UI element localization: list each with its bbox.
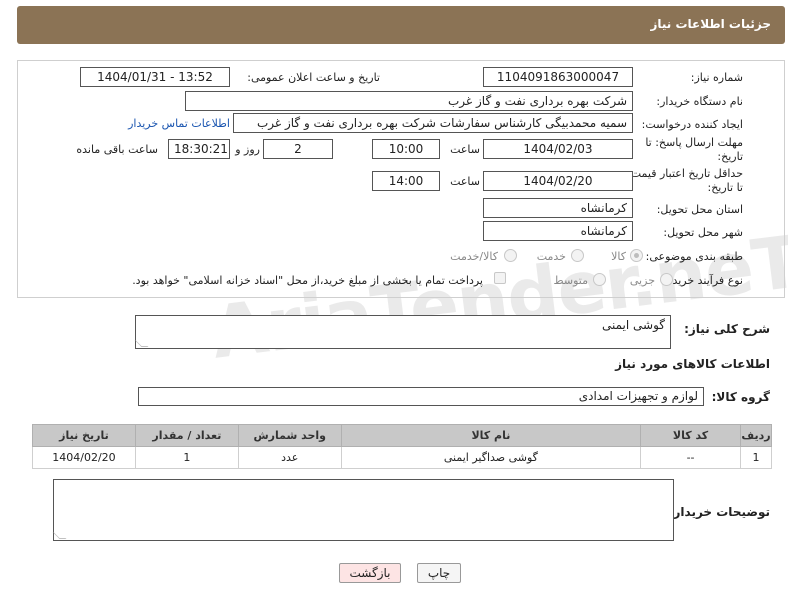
category-radio-goods[interactable] (630, 249, 643, 262)
purchase-option-medium: متوسط (553, 274, 588, 287)
print-button[interactable]: چاپ (417, 563, 461, 583)
buyer-notes-textarea[interactable] (52, 479, 674, 541)
cell-need-date: 1404/02/20 (32, 446, 136, 469)
requester-field[interactable]: سمیه محمدبیگی کارشناس سفارشات شرکت بهره … (233, 113, 633, 133)
description-label: شرح کلی نیاز: (684, 322, 770, 336)
cell-quantity: 1 (134, 446, 239, 469)
category-option-goods-service: کالا/خدمت (450, 250, 498, 263)
goods-group-field[interactable]: لوازم و تجهیزات امدادی (138, 387, 704, 406)
delivery-city-label: شهر محل تحویل: (663, 226, 743, 239)
price-validity-time-label: ساعت (450, 175, 480, 188)
table-header-row: تاریخ نیاز تعداد / مقدار واحد شمارش نام … (32, 424, 773, 447)
reply-days-field[interactable]: 2 (263, 139, 333, 159)
description-text: گوشی ایمنی (601, 318, 665, 332)
delivery-province-label: استان محل تحویل: (656, 203, 743, 216)
reply-deadline-time-field[interactable]: 10:00 (372, 139, 440, 159)
goods-table: تاریخ نیاز تعداد / مقدار واحد شمارش نام … (32, 424, 773, 469)
resize-handle-icon[interactable] (134, 340, 149, 347)
announce-datetime-label: تاریخ و ساعت اعلان عمومی: (247, 71, 380, 84)
resize-handle-icon[interactable] (52, 532, 67, 539)
price-validity-time-field[interactable]: 14:00 (372, 171, 440, 191)
price-validity-date-field[interactable]: 1404/02/20 (483, 171, 633, 191)
category-option-goods: کالا (611, 250, 626, 263)
treasury-note: پرداخت تمام یا بخشی از مبلغ خرید،از محل … (132, 274, 483, 287)
days-label: روز و (235, 143, 260, 156)
table-row[interactable]: 1404/02/20 1 عدد گوشی صداگیر ایمنی -- 1 (32, 446, 773, 469)
goods-group-label: گروه کالا: (711, 390, 770, 404)
cell-goods-code: -- (640, 446, 741, 469)
delivery-province-field[interactable]: کرمانشاه (483, 198, 633, 218)
remaining-label: ساعت باقی مانده (76, 143, 158, 156)
requester-label: ایجاد کننده درخواست: (641, 118, 743, 131)
price-validity-label: حداقل تاریخ اعتبار قیمت: تا تاریخ: (627, 167, 743, 194)
delivery-city-field[interactable]: کرمانشاه (483, 221, 633, 241)
buyer-contact-link[interactable]: اطلاعات تماس خریدار (128, 117, 230, 130)
category-label: طبقه بندی موضوعی: (645, 250, 743, 263)
col-unit: واحد شمارش (237, 424, 342, 447)
category-radio-service[interactable] (571, 249, 584, 262)
page-title: جزئیات اطلاعات نیاز (650, 17, 771, 31)
col-row-number: ردیف (739, 424, 773, 447)
purchase-type-label: نوع فرآیند خرید : (665, 274, 743, 287)
cell-unit: عدد (237, 446, 342, 469)
buyer-org-field[interactable]: شرکت بهره برداری نفت و گاز غرب (185, 91, 633, 111)
col-quantity: تعداد / مقدار (134, 424, 239, 447)
buyer-notes-label: توضیحات خریدار: (668, 505, 770, 519)
reply-deadline-label: مهلت ارسال پاسخ: تا تاریخ: (645, 136, 743, 163)
reply-deadline-date-field[interactable]: 1404/02/03 (483, 139, 633, 159)
col-goods-code: کد کالا (640, 424, 741, 447)
description-textarea[interactable]: گوشی ایمنی (134, 315, 671, 349)
announce-datetime-field[interactable]: 1404/01/31 - 13:52 (80, 67, 230, 87)
need-number-label: شماره نیاز: (690, 71, 743, 84)
category-option-service: خدمت (536, 250, 566, 263)
purchase-option-minor: جزیی (629, 274, 655, 287)
cell-row-number: 1 (739, 446, 773, 469)
purchase-radio-medium[interactable] (593, 273, 606, 286)
col-goods-name: نام کالا (340, 424, 642, 447)
need-number-field[interactable]: 1104091863000047 (483, 67, 633, 87)
purchase-radio-minor[interactable] (660, 273, 673, 286)
back-button[interactable]: بازگشت (339, 563, 401, 583)
buyer-org-label: نام دستگاه خریدار: (656, 95, 743, 108)
category-radio-goods-service[interactable] (504, 249, 517, 262)
remaining-time-field[interactable]: 18:30:21 (168, 139, 230, 159)
goods-section-title: اطلاعات کالاهای مورد نیاز (615, 357, 770, 371)
treasury-checkbox[interactable] (494, 272, 506, 284)
page-header: جزئیات اطلاعات نیاز (17, 6, 785, 44)
reply-deadline-time-label: ساعت (450, 143, 480, 156)
col-need-date: تاریخ نیاز (32, 424, 136, 447)
cell-goods-name: گوشی صداگیر ایمنی (340, 446, 642, 469)
